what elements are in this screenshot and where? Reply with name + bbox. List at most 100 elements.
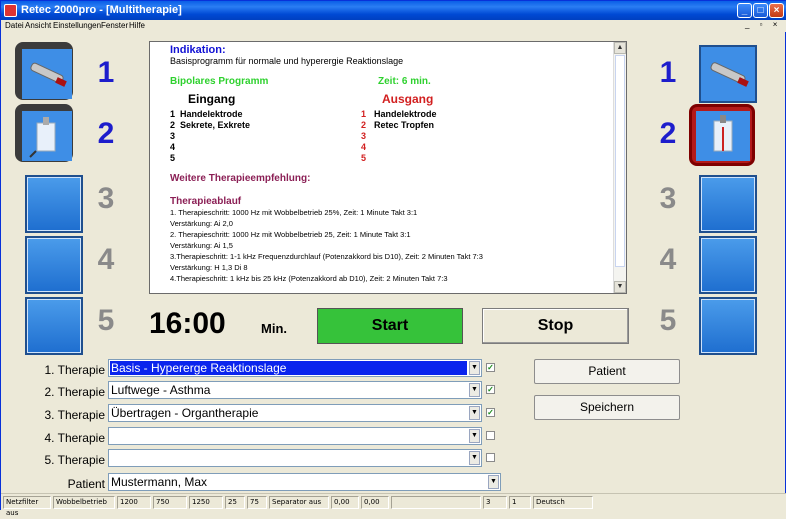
ablauf-heading: Therapieablauf [170,196,242,207]
status-cell: 0,00 [361,496,389,509]
right-slot-4-empty[interactable] [699,236,757,294]
status-cell: 3 [483,496,507,509]
therapy-label: 2. Therapie [44,385,106,399]
menu-fenster[interactable]: Fenster [101,21,128,30]
menu-ansicht[interactable]: Ansicht [25,21,51,30]
therapy-label: 5. Therapie [44,453,106,467]
io-in-number: 2 [170,120,176,130]
ablauf-list: 1. Therapieschritt: 1000 Hz mit Wobbelbe… [170,207,610,284]
left-slot-number: 2 [97,117,115,150]
therapy-select-4[interactable]: ▼ [108,427,482,445]
right-slot-2-drops-active[interactable] [689,104,755,166]
eingang-heading: Eingang [188,92,236,106]
therapy-checkbox-2[interactable]: ✓ [486,385,495,394]
window-title: Retec 2000pro - [Multitherapie] [21,4,182,16]
hand-electrode-icon [22,49,72,99]
io-in-number: 1 [170,109,176,119]
left-slot-number: 3 [97,182,115,215]
left-slot-1-electrode[interactable] [15,42,73,100]
therapy-value: Basis - Hyperergе Reaktionslage [110,361,467,375]
io-out-number: 2 [361,120,367,130]
therapy-value: Übertragen - Organtherapie [111,406,259,420]
io-out-label: Handelektrode [374,109,437,119]
scroll-thumb[interactable] [615,55,625,267]
scroll-up-icon[interactable]: ▲ [614,42,626,54]
io-out-number: 1 [361,109,367,119]
chevron-down-icon[interactable]: ▼ [488,475,499,489]
therapy-checkbox-4[interactable] [486,431,495,440]
title-bar[interactable]: Retec 2000pro - [Multitherapie] _ □ × [1,1,786,20]
io-row: 33 [170,131,610,142]
status-cell [391,496,481,509]
therapy-info-panel[interactable]: Indikation: Basisprogramm für normale un… [149,41,627,294]
status-cell: Deutsch [533,496,593,509]
therapy-select-3[interactable]: Übertragen - Organtherapie ▼ [108,404,482,422]
indikation-text: Basisprogramm für normale und hyperergie… [170,56,404,66]
timer-value: 16:00 [149,307,226,340]
therapy-value [110,429,467,443]
therapy-select-5[interactable]: ▼ [108,449,482,467]
left-slot-3-empty[interactable] [25,175,83,233]
retec-drops-icon [696,111,750,161]
chevron-down-icon[interactable]: ▼ [469,406,480,420]
status-cell: 1 [509,496,531,509]
therapy-select-2[interactable]: Luftwege - Asthma ▼ [108,381,482,399]
left-slot-number: 1 [97,56,115,89]
hand-electrode-icon [701,47,755,101]
chevron-down-icon[interactable]: ▼ [469,361,480,375]
start-button[interactable]: Start [317,308,463,344]
io-row: 55 [170,153,610,164]
status-cell: Wobbelbetrieb [53,496,115,509]
io-out-label: Retec Tropfen [374,120,435,130]
therapy-value: Luftwege - Asthma [111,383,211,397]
therapy-label: 4. Therapie [44,431,106,445]
io-in-label: Handelektrode [180,109,243,119]
therapy-checkbox-3[interactable]: ✓ [486,408,495,417]
right-slot-5-empty[interactable] [699,297,757,355]
info-scrollbar[interactable]: ▲ ▼ [613,42,626,293]
menu-bar: Datei Ansicht Einstellungen Fenster Hilf… [1,20,786,32]
menu-einstellungen[interactable]: Einstellungen [53,21,101,30]
io-in-number: 4 [170,142,176,152]
status-cell: Netzfilter aus [3,496,51,517]
save-button[interactable]: Speichern [534,395,680,420]
therapy-checkbox-5[interactable] [486,453,495,462]
ablauf-line: 1. Therapieschritt: 1000 Hz mit Wobbelbe… [170,208,418,217]
chevron-down-icon[interactable]: ▼ [469,451,480,465]
scroll-down-icon[interactable]: ▼ [614,281,626,293]
close-icon[interactable]: × [769,3,784,18]
left-slot-5-empty[interactable] [25,297,83,355]
status-cell: 25 [225,496,245,509]
indikation-label: Indikation: [170,44,226,56]
right-slot-number: 2 [659,117,677,150]
therapy-label: 3. Therapie [44,408,106,422]
patient-label: Patient [67,477,105,491]
chevron-down-icon[interactable]: ▼ [469,429,480,443]
left-slot-4-empty[interactable] [25,236,83,294]
therapy-select-1[interactable]: Basis - Hyperergе Reaktionslage ▼ [108,359,482,377]
ablauf-line: Verstärkung: Ai 1,5 [170,241,233,250]
app-icon [4,4,17,17]
maximize-icon[interactable]: □ [753,3,768,18]
io-row: 44 [170,142,610,153]
right-slot-1-electrode[interactable] [699,45,757,103]
therapy-checkbox-1[interactable]: ✓ [486,363,495,372]
chevron-down-icon[interactable]: ▼ [469,383,480,397]
ablauf-line: Verstärkung: Ai 2,0 [170,219,233,228]
stop-button[interactable]: Stop [482,308,629,344]
menu-hilfe[interactable]: Hilfe [129,21,145,30]
patient-select[interactable]: Mustermann, Max ▼ [108,473,501,491]
minimize-icon[interactable]: _ [737,3,752,18]
mdi-window-controls[interactable]: _ ▫ × [745,20,781,29]
status-cell: 1200 [117,496,151,509]
right-slot-3-empty[interactable] [699,175,757,233]
therapy-label: 1. Therapie [44,363,106,377]
left-slot-2-glass[interactable] [15,104,73,162]
timer-unit: Min. [261,321,287,336]
patient-button[interactable]: Patient [534,359,680,384]
io-in-label: Sekrete, Exkrete [180,120,251,130]
right-slot-number: 1 [659,56,677,89]
left-slot-number: 5 [97,304,115,337]
menu-datei[interactable]: Datei [5,21,24,30]
glass-beaker-icon [22,111,72,161]
